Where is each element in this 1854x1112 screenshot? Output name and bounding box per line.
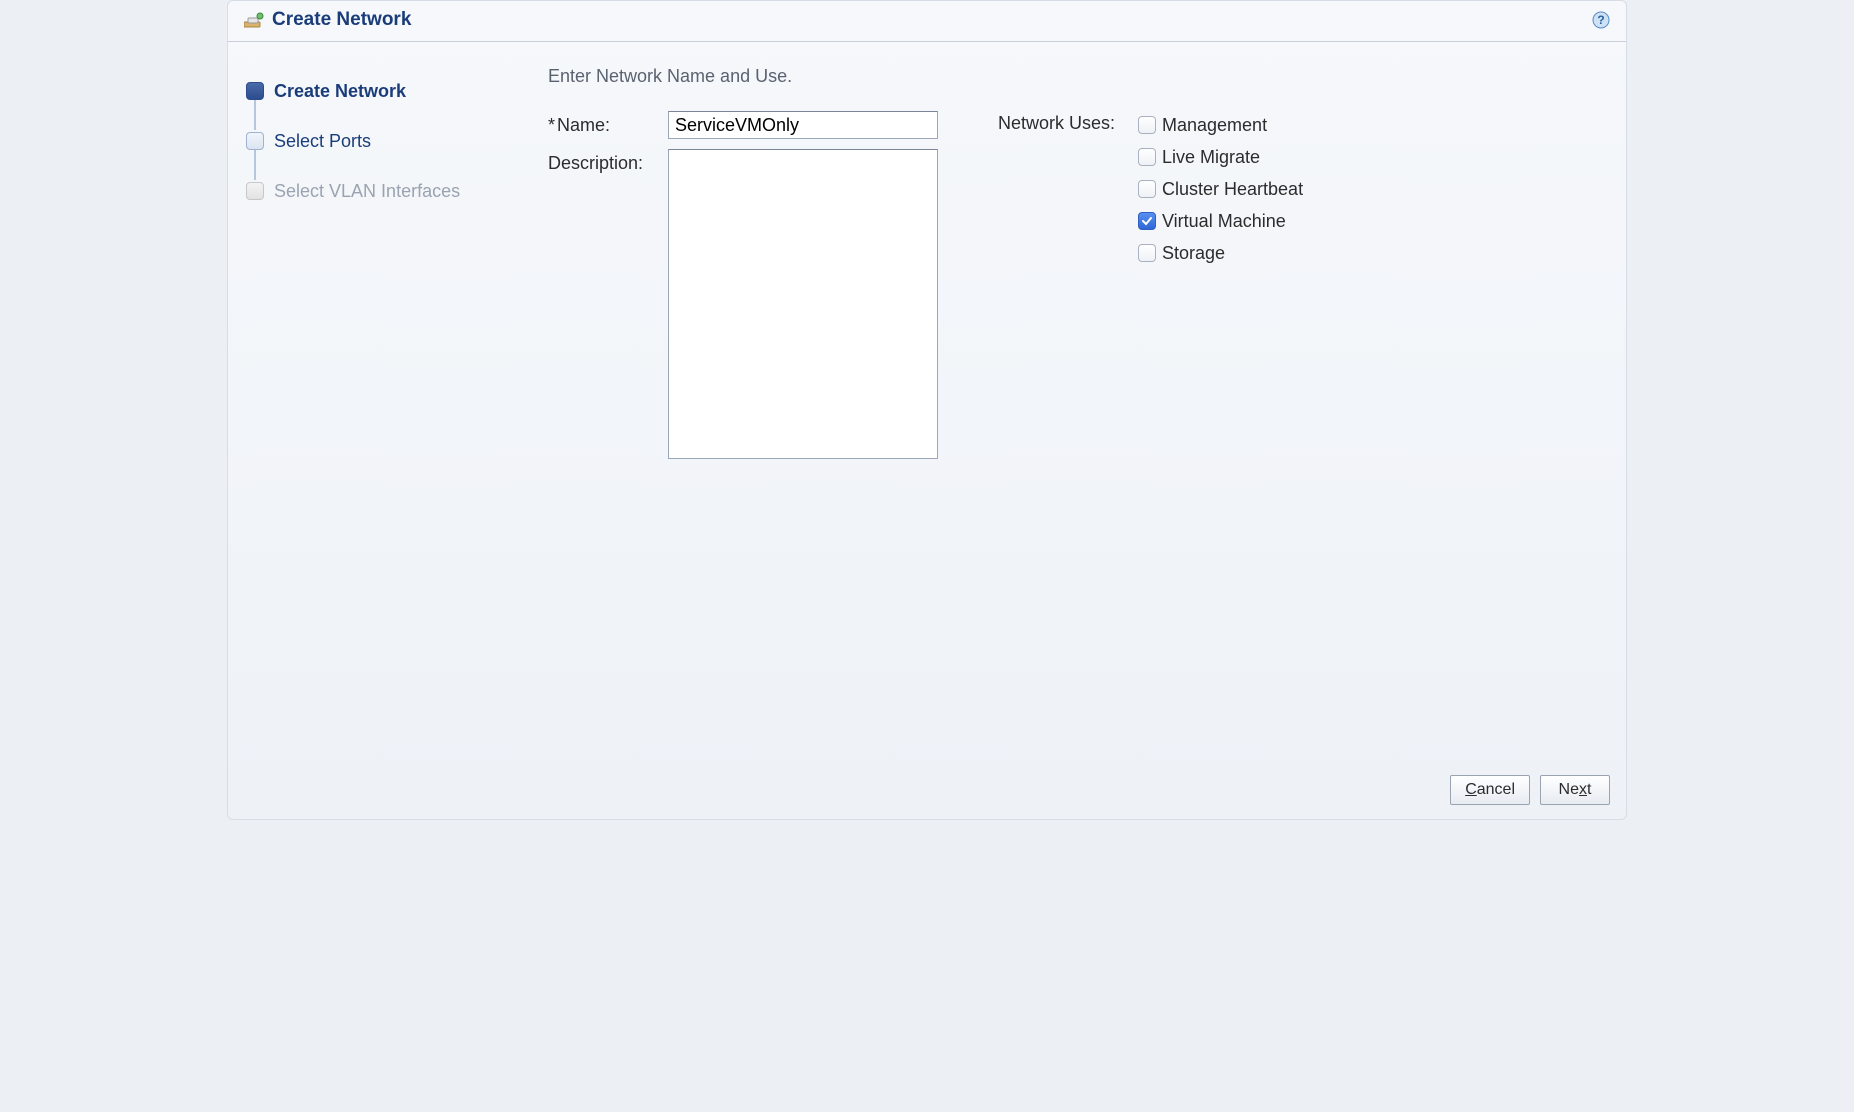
use-virtual-machine-row: Virtual Machine (1138, 207, 1303, 235)
dialog-footer: Cancel Next (1450, 775, 1610, 805)
use-cluster-heartbeat-row: Cluster Heartbeat (1138, 175, 1303, 203)
next-button[interactable]: Next (1540, 775, 1610, 805)
step-connector (254, 150, 256, 180)
step-label: Select Ports (274, 131, 371, 152)
network-uses-label: Network Uses: (998, 111, 1138, 469)
instruction-text: Enter Network Name and Use. (548, 66, 1606, 87)
cancel-button[interactable]: Cancel (1450, 775, 1530, 805)
form-right-column: Network Uses: Management L (958, 111, 1303, 469)
use-storage-row: Storage (1138, 239, 1303, 267)
name-label: *Name: (548, 111, 668, 136)
dialog-title: Create Network (272, 9, 411, 31)
use-virtual-machine-checkbox[interactable] (1138, 212, 1156, 230)
use-cluster-heartbeat-label: Cluster Heartbeat (1162, 179, 1303, 200)
description-textarea[interactable] (668, 149, 938, 459)
form-row: *Name: Description: Network Uses: (548, 111, 1606, 469)
wizard-step-select-ports[interactable]: Select Ports (246, 122, 518, 160)
required-marker: * (548, 115, 555, 135)
step-label: Create Network (274, 81, 406, 102)
use-management-label: Management (1162, 115, 1267, 136)
wizard-content: Enter Network Name and Use. *Name: Descr… (528, 42, 1626, 760)
step-label: Select VLAN Interfaces (274, 181, 460, 202)
use-management-checkbox[interactable] (1138, 116, 1156, 134)
step-marker-icon (246, 132, 264, 150)
dialog-header: Create Network ? (228, 1, 1626, 42)
use-cluster-heartbeat-checkbox[interactable] (1138, 180, 1156, 198)
name-label-text: Name: (557, 115, 610, 135)
field-description: Description: (548, 149, 958, 459)
use-storage-label: Storage (1162, 243, 1225, 264)
network-wizard-icon (244, 12, 264, 28)
network-uses-options: Management Live Migrate (1138, 111, 1303, 469)
description-label: Description: (548, 149, 668, 174)
step-marker-icon (246, 182, 264, 200)
help-icon[interactable]: ? (1592, 11, 1610, 29)
use-live-migrate-label: Live Migrate (1162, 147, 1260, 168)
use-live-migrate-checkbox[interactable] (1138, 148, 1156, 166)
use-virtual-machine-label: Virtual Machine (1162, 211, 1286, 232)
name-input[interactable] (668, 111, 938, 139)
wizard-step-create-network[interactable]: Create Network (246, 72, 518, 110)
dialog-body: Create Network Select Ports Select VLAN … (228, 42, 1626, 760)
step-connector (254, 100, 256, 130)
use-management-row: Management (1138, 111, 1303, 139)
field-name: *Name: (548, 111, 958, 139)
use-storage-checkbox[interactable] (1138, 244, 1156, 262)
use-live-migrate-row: Live Migrate (1138, 143, 1303, 171)
wizard-step-select-vlan-interfaces: Select VLAN Interfaces (246, 172, 518, 210)
create-network-dialog: Create Network ? Create Network Select P… (227, 0, 1627, 820)
svg-text:?: ? (1597, 13, 1604, 27)
wizard-steps: Create Network Select Ports Select VLAN … (228, 42, 528, 760)
step-marker-icon (246, 82, 264, 100)
form-left-column: *Name: Description: (548, 111, 958, 469)
